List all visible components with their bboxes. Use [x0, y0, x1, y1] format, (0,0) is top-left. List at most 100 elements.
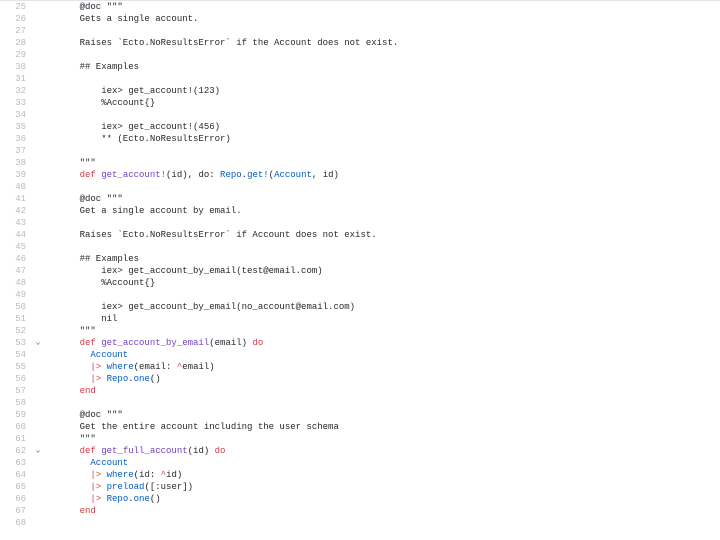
line-number[interactable]: 43: [0, 217, 32, 229]
code-line[interactable]: 37: [0, 145, 720, 157]
line-number[interactable]: 27: [0, 25, 32, 37]
line-number[interactable]: 34: [0, 109, 32, 121]
code-content[interactable]: [44, 241, 58, 253]
code-content[interactable]: Get the entire account including the use…: [44, 421, 339, 433]
code-content[interactable]: Get a single account by email.: [44, 205, 242, 217]
code-line[interactable]: 46 ## Examples: [0, 253, 720, 265]
line-number[interactable]: 38: [0, 157, 32, 169]
code-content[interactable]: %Account{}: [44, 97, 155, 109]
code-content[interactable]: Account: [44, 457, 128, 469]
code-line[interactable]: 36 ** (Ecto.NoResultsError): [0, 133, 720, 145]
code-content[interactable]: iex> get_account_by_email(test@email.com…: [44, 265, 323, 277]
line-number[interactable]: 41: [0, 193, 32, 205]
code-line[interactable]: 44 Raises `Ecto.NoResultsError` if Accou…: [0, 229, 720, 241]
line-number[interactable]: 55: [0, 361, 32, 373]
code-line[interactable]: 47 iex> get_account_by_email(test@email.…: [0, 265, 720, 277]
line-number[interactable]: 30: [0, 61, 32, 73]
code-content[interactable]: def get_account!(id), do: Repo.get!(Acco…: [44, 169, 339, 181]
line-number[interactable]: 46: [0, 253, 32, 265]
line-number[interactable]: 64: [0, 469, 32, 481]
code-line[interactable]: 53⌄ def get_account_by_email(email) do: [0, 337, 720, 349]
code-content[interactable]: iex> get_account_by_email(no_account@ema…: [44, 301, 355, 313]
code-content[interactable]: [44, 145, 58, 157]
code-line[interactable]: 54 Account: [0, 349, 720, 361]
code-content[interactable]: |> where(id: ^id): [44, 469, 182, 481]
code-line[interactable]: 33 %Account{}: [0, 97, 720, 109]
code-content[interactable]: """: [44, 157, 96, 169]
line-number[interactable]: 44: [0, 229, 32, 241]
code-content[interactable]: def get_account_by_email(email) do: [44, 337, 263, 349]
line-number[interactable]: 37: [0, 145, 32, 157]
code-line[interactable]: 39 def get_account!(id), do: Repo.get!(A…: [0, 169, 720, 181]
code-line[interactable]: 42 Get a single account by email.: [0, 205, 720, 217]
code-line[interactable]: 49: [0, 289, 720, 301]
line-number[interactable]: 45: [0, 241, 32, 253]
fold-toggle-icon[interactable]: ⌄: [32, 337, 44, 349]
line-number[interactable]: 51: [0, 313, 32, 325]
code-line[interactable]: 38 """: [0, 157, 720, 169]
code-content[interactable]: ## Examples: [44, 61, 139, 73]
code-content[interactable]: def get_full_account(id) do: [44, 445, 225, 457]
line-number[interactable]: 63: [0, 457, 32, 469]
code-content[interactable]: [44, 217, 58, 229]
code-content[interactable]: |> Repo.one(): [44, 493, 161, 505]
code-line[interactable]: 52 """: [0, 325, 720, 337]
code-content[interactable]: [44, 517, 58, 529]
code-content[interactable]: end: [44, 385, 96, 397]
line-number[interactable]: 49: [0, 289, 32, 301]
line-number[interactable]: 60: [0, 421, 32, 433]
line-number[interactable]: 31: [0, 73, 32, 85]
code-content[interactable]: """: [44, 325, 96, 337]
code-line[interactable]: 32 iex> get_account!(123): [0, 85, 720, 97]
line-number[interactable]: 29: [0, 49, 32, 61]
line-number[interactable]: 56: [0, 373, 32, 385]
code-line[interactable]: 40: [0, 181, 720, 193]
code-line[interactable]: 63 Account: [0, 457, 720, 469]
line-number[interactable]: 28: [0, 37, 32, 49]
line-number[interactable]: 59: [0, 409, 32, 421]
line-number[interactable]: 68: [0, 517, 32, 529]
code-content[interactable]: |> preload([:user]): [44, 481, 193, 493]
code-content[interactable]: @doc """: [44, 409, 123, 421]
code-line[interactable]: 65 |> preload([:user]): [0, 481, 720, 493]
code-line[interactable]: 45: [0, 241, 720, 253]
code-line[interactable]: 68: [0, 517, 720, 529]
line-number[interactable]: 50: [0, 301, 32, 313]
code-line[interactable]: 61 """: [0, 433, 720, 445]
code-line[interactable]: 67 end: [0, 505, 720, 517]
code-content[interactable]: Raises `Ecto.NoResultsError` if Account …: [44, 229, 377, 241]
code-line[interactable]: 29: [0, 49, 720, 61]
code-content[interactable]: Account: [44, 349, 128, 361]
fold-toggle-icon[interactable]: ⌄: [32, 445, 44, 457]
line-number[interactable]: 47: [0, 265, 32, 277]
line-number[interactable]: 36: [0, 133, 32, 145]
code-line[interactable]: 59 @doc """: [0, 409, 720, 421]
code-content[interactable]: end: [44, 505, 96, 517]
code-viewer[interactable]: 25 @doc """ 26 Gets a single account.2728…: [0, 1, 720, 529]
line-number[interactable]: 52: [0, 325, 32, 337]
line-number[interactable]: 48: [0, 277, 32, 289]
code-content[interactable]: ## Examples: [44, 253, 139, 265]
code-line[interactable]: 41 @doc """: [0, 193, 720, 205]
line-number[interactable]: 32: [0, 85, 32, 97]
line-number[interactable]: 26: [0, 13, 32, 25]
code-line[interactable]: 26 Gets a single account.: [0, 13, 720, 25]
line-number[interactable]: 25: [0, 1, 32, 13]
line-number[interactable]: 65: [0, 481, 32, 493]
code-content[interactable]: [44, 397, 58, 409]
line-number[interactable]: 39: [0, 169, 32, 181]
line-number[interactable]: 62: [0, 445, 32, 457]
code-line[interactable]: 62⌄ def get_full_account(id) do: [0, 445, 720, 457]
code-content[interactable]: [44, 73, 58, 85]
line-number[interactable]: 40: [0, 181, 32, 193]
code-content[interactable]: @doc """: [44, 193, 123, 205]
code-line[interactable]: 34: [0, 109, 720, 121]
code-line[interactable]: 30 ## Examples: [0, 61, 720, 73]
code-content[interactable]: Raises `Ecto.NoResultsError` if the Acco…: [44, 37, 398, 49]
code-content[interactable]: [44, 109, 58, 121]
code-content[interactable]: |> where(email: ^email): [44, 361, 215, 373]
code-content[interactable]: ** (Ecto.NoResultsError): [44, 133, 231, 145]
code-content[interactable]: |> Repo.one(): [44, 373, 161, 385]
code-line[interactable]: 43: [0, 217, 720, 229]
code-line[interactable]: 55 |> where(email: ^email): [0, 361, 720, 373]
